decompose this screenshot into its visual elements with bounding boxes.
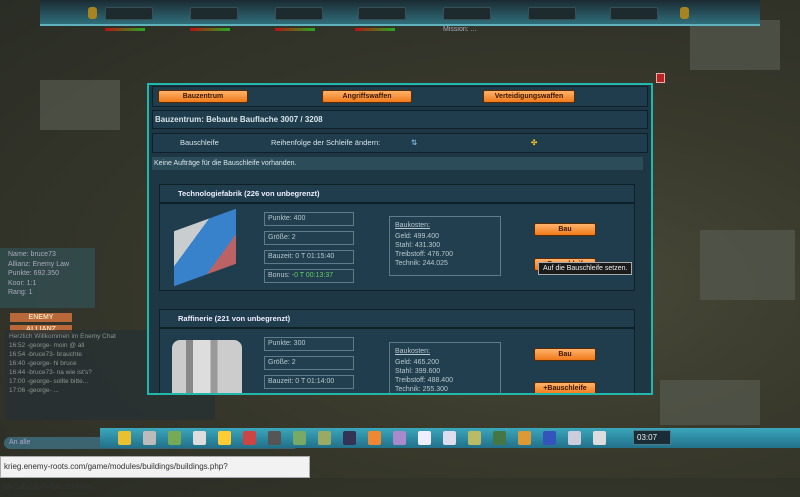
- tab-row: Bauzentrum Angriffswaffen Verteidigungsw…: [152, 86, 648, 107]
- clock: 03:07: [633, 430, 671, 445]
- tab-verteidigungswaffen[interactable]: Verteidigungswaffen: [483, 90, 575, 103]
- tech-bar: [355, 28, 395, 31]
- stat-bonus: Bonus: -0 T 00:13:37: [264, 269, 354, 283]
- map-building: [40, 80, 120, 130]
- cost-money: Geld: 499.400: [395, 233, 439, 240]
- cost-fuel: Treibstoff: 488.400: [395, 377, 453, 384]
- reorder-label: Reihenfolge der Schleife ändern:: [271, 138, 381, 147]
- spy-icon[interactable]: [343, 431, 356, 445]
- resource-fuel: [275, 7, 323, 20]
- tooltip: Auf die Bauschleife setzen.: [538, 262, 633, 275]
- globe-icon[interactable]: [143, 431, 156, 445]
- star-icon[interactable]: [218, 431, 231, 445]
- resource-bar: [40, 0, 760, 26]
- build-costs: Baukosten: Geld: 465.200 Stahl: 399.600 …: [389, 342, 501, 393]
- stat-points: Punkte: 400: [264, 212, 354, 226]
- steel-bar: [190, 28, 230, 31]
- soccer-icon[interactable]: [268, 431, 281, 445]
- map-building: [660, 380, 760, 425]
- tab-angriffswaffen[interactable]: Angriffswaffen: [322, 90, 412, 103]
- player-points: Punkte: 692.350: [8, 270, 59, 277]
- cost-money: Geld: 465.200: [395, 359, 439, 366]
- page-title: Bauzentrum: Bebaute Bauflache 3007 / 320…: [152, 110, 648, 129]
- queue-label: Bauschleife: [180, 138, 219, 147]
- close-icon[interactable]: [656, 73, 665, 83]
- enemy-button[interactable]: ENEMY: [10, 313, 72, 322]
- ranking-icon[interactable]: [518, 431, 531, 445]
- news-icon[interactable]: [593, 431, 606, 445]
- units-icon[interactable]: [168, 431, 181, 445]
- warning-icon[interactable]: [118, 431, 131, 445]
- resource-gold: [443, 7, 491, 20]
- costs-title: Baukosten:: [395, 348, 431, 355]
- map-building: [690, 20, 780, 70]
- build-button[interactable]: Bau: [534, 223, 596, 236]
- profile-icon[interactable]: [568, 431, 581, 445]
- building-title: Technologiefabrik (226 von unbegrenzt): [160, 185, 634, 204]
- build-dialog: Bauzentrum Angriffswaffen Verteidigungsw…: [147, 83, 653, 395]
- add-to-queue-button[interactable]: +Bauschleife: [534, 382, 596, 393]
- messages-icon[interactable]: [393, 431, 406, 445]
- money-bar: [105, 28, 145, 31]
- bonus-value: -0 T 00:13:37: [291, 272, 334, 279]
- player-info: Name: bruce73 Allianz: Enemy Law Punkte:…: [0, 248, 95, 308]
- resource-tech: [358, 7, 406, 20]
- costs-title: Baukosten:: [395, 222, 431, 229]
- fuel-bar: [275, 28, 315, 31]
- cost-tech: Technik: 255.300: [395, 386, 448, 393]
- raffinerie-image: [172, 340, 242, 393]
- resource-steel: [190, 7, 238, 20]
- player-alliance: Allianz: Enemy Law: [8, 260, 70, 268]
- queue-row: Bauschleife Reihenfolge der Schleife änd…: [152, 133, 648, 153]
- notes-icon[interactable]: [443, 431, 456, 445]
- resource-stars: [610, 7, 658, 20]
- bonus-label: Bonus:: [268, 272, 290, 279]
- mission-label[interactable]: Mission: ...: [443, 26, 476, 33]
- resource-units: [528, 7, 576, 20]
- cost-steel: Stahl: 431.300: [395, 242, 441, 249]
- rocket-icon[interactable]: [243, 431, 256, 445]
- stat-buildtime: Bauzeit: 0 T 01:15:40: [264, 250, 354, 264]
- chat-icon[interactable]: [293, 431, 306, 445]
- soldier-icon[interactable]: [318, 431, 331, 445]
- technologiefabrik-image: [174, 208, 236, 287]
- build-costs: Baukosten: Geld: 499.400 Stahl: 431.300 …: [389, 216, 501, 276]
- agent-icon[interactable]: [493, 431, 506, 445]
- stat-size: Größe: 2: [264, 231, 354, 245]
- status-url: krieg.enemy-roots.com/game/modules/build…: [0, 456, 310, 491]
- cost-steel: Stahl: 399.600: [395, 368, 441, 375]
- cost-fuel: Treibstoff: 476.700: [395, 251, 453, 258]
- player-name: Name: bruce73: [8, 251, 56, 258]
- flag-icon[interactable]: [368, 431, 381, 445]
- settings-icon[interactable]: [680, 7, 689, 19]
- stat-points: Punkte: 300: [264, 337, 354, 351]
- build-button[interactable]: Bau: [534, 348, 596, 361]
- taskbar: [100, 428, 800, 448]
- player-coords: Koor: 1:1: [8, 279, 37, 287]
- mail-icon[interactable]: [193, 431, 206, 445]
- player-rank: Rang: 1: [8, 289, 33, 296]
- reorder-arrows-icon[interactable]: ⇅: [411, 134, 417, 152]
- building-title: Raffinerie (221 von unbegrenzt): [160, 310, 634, 329]
- coin-icon: [88, 7, 97, 19]
- tab-bauzentrum[interactable]: Bauzentrum: [158, 90, 248, 103]
- stat-buildtime: Bauzeit: 0 T 01:14:00: [264, 375, 354, 389]
- map-building: [700, 230, 795, 300]
- expand-icon[interactable]: ✣: [531, 134, 537, 152]
- teamspeak-icon[interactable]: [543, 431, 556, 445]
- tank-icon[interactable]: [468, 431, 481, 445]
- queue-notice: Keine Aufträge für die Bauschleife vorha…: [152, 157, 643, 170]
- stat-size: Größe: 2: [264, 356, 354, 370]
- cost-tech: Technik: 244.025: [395, 260, 448, 267]
- building-card-raffinerie: Raffinerie (221 von unbegrenzt) Punkte: …: [159, 309, 635, 393]
- help-icon[interactable]: [418, 431, 431, 445]
- resource-money: [105, 7, 153, 20]
